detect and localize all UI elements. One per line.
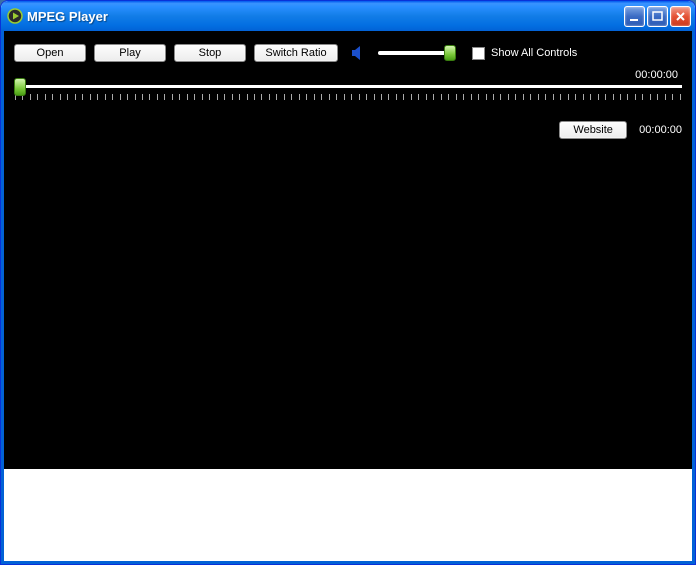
show-all-controls-wrap[interactable]: Show All Controls [472,47,577,60]
status-panel [4,469,692,561]
app-play-icon [7,8,23,24]
video-area [14,145,682,469]
speaker-icon [350,44,368,62]
position-display: 00:00:00 [639,124,682,136]
play-button[interactable]: Play [94,44,166,62]
titlebar[interactable]: MPEG Player [1,1,695,31]
seek-ticks [14,94,682,100]
window-title: MPEG Player [27,9,624,24]
stop-button[interactable]: Stop [174,44,246,62]
switch-ratio-button[interactable]: Switch Ratio [254,44,338,62]
show-all-controls-label: Show All Controls [491,47,577,59]
close-button[interactable] [670,6,691,27]
duration-display: 00:00:00 [635,69,678,81]
client-area: Open Play Stop Switch Ratio Show All Con… [1,31,695,564]
minimize-button[interactable] [624,6,645,27]
app-window: MPEG Player Open Play Stop Switch Ratio [0,0,696,565]
open-button[interactable]: Open [14,44,86,62]
show-all-controls-checkbox[interactable] [472,47,485,60]
seek-thumb[interactable] [14,78,26,96]
volume-slider[interactable] [378,51,450,55]
seek-track[interactable] [14,85,682,88]
toolbar: Open Play Stop Switch Ratio Show All Con… [14,39,682,67]
maximize-button[interactable] [647,6,668,27]
website-button[interactable]: Website [559,121,627,139]
second-row: Website 00:00:00 [14,121,682,139]
seekbar-area [14,85,682,115]
window-controls [624,6,691,27]
volume-thumb[interactable] [444,45,456,61]
